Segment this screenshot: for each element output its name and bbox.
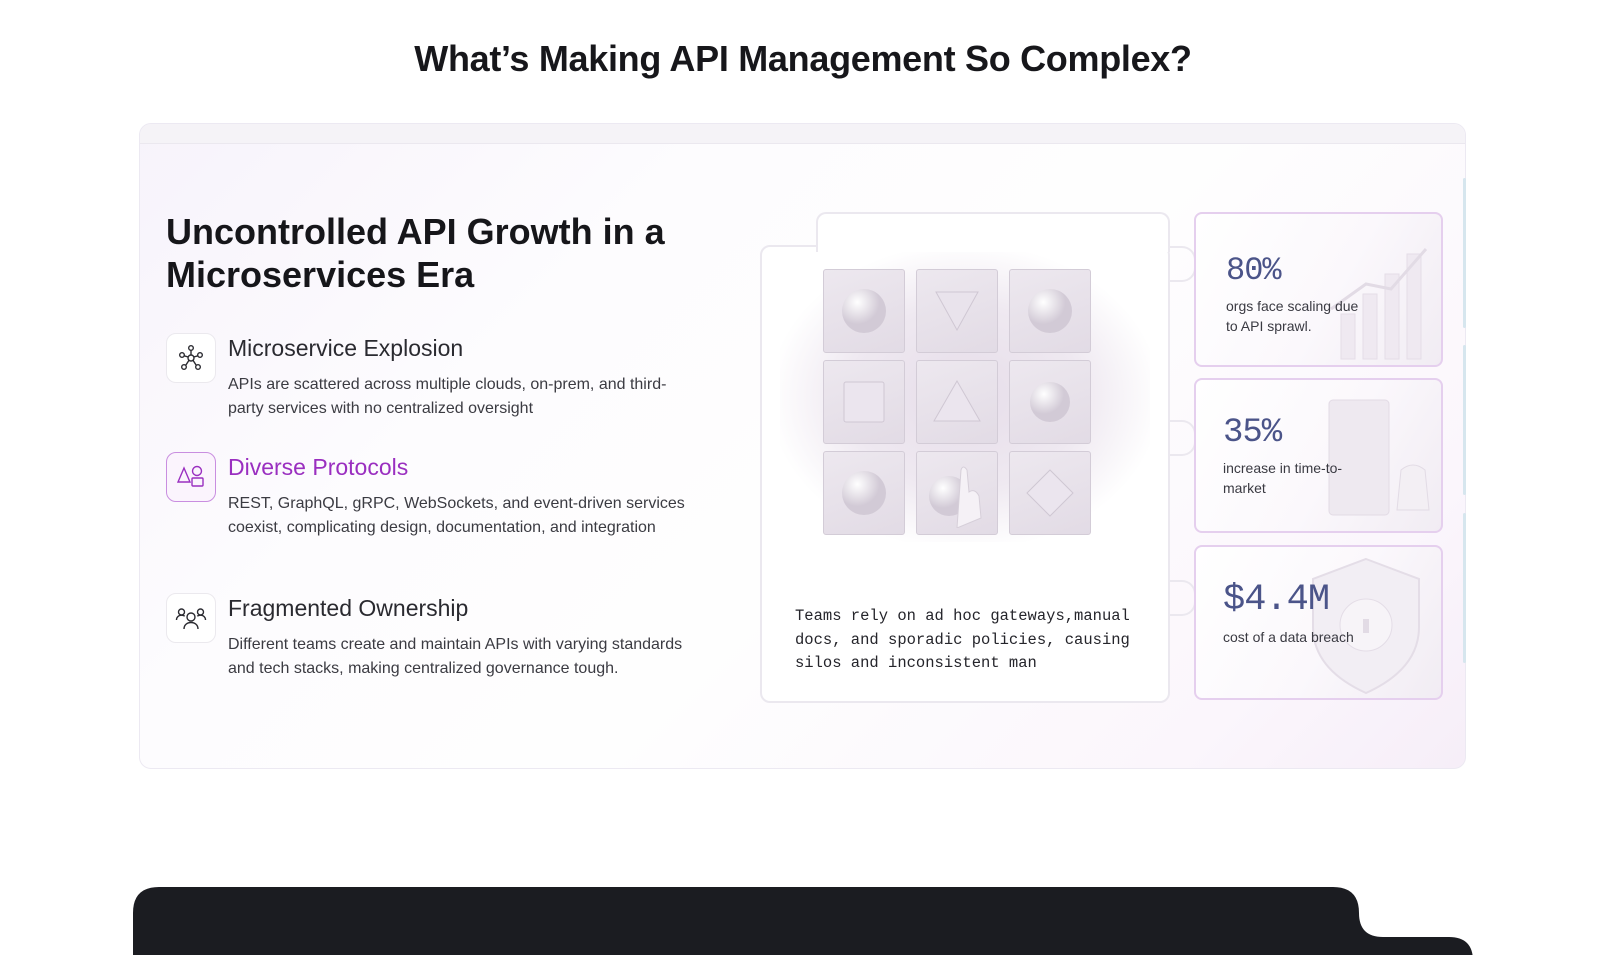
feature-title: Microservice Explosion — [228, 335, 464, 361]
connector-line — [1170, 246, 1196, 282]
stat-label: cost of a data breach — [1223, 629, 1354, 645]
network-nodes-icon — [166, 333, 216, 383]
circle-shape-icon — [1009, 360, 1091, 444]
bar-chart-icon — [1330, 248, 1428, 360]
feature-description: APIs are scattered across multiple cloud… — [228, 376, 667, 417]
section-heading: Uncontrolled API Growth in a Microservic… — [166, 211, 665, 295]
triangle-down-shape-icon — [916, 269, 998, 353]
visual-caption: Teams rely on ad hoc gateways,manual doc… — [795, 607, 1130, 672]
stat-value: 35% — [1223, 414, 1282, 452]
circle-shape-icon — [823, 269, 905, 353]
feature-title: Diverse Protocols — [228, 454, 409, 480]
stat-label: increase in time-to-market — [1223, 460, 1343, 496]
connector-line — [1170, 420, 1196, 456]
side-accent-line — [1463, 345, 1466, 495]
dark-banner-section — [133, 887, 1473, 955]
stat-label: orgs face scaling due to API sprawl. — [1226, 298, 1359, 334]
stat-card-time-to-market: 35% increase in time-to-market — [1194, 378, 1443, 533]
shield-lock-icon — [1312, 557, 1420, 695]
square-shape-icon — [823, 360, 905, 444]
complexity-card: Uncontrolled API Growth in a Microservic… — [139, 123, 1466, 769]
feature-description: REST, GraphQL, gRPC, WebSockets, and eve… — [228, 495, 685, 536]
stat-card-data-breach: $4.4M cost of a data breach — [1194, 545, 1443, 700]
connector-line — [1170, 580, 1196, 616]
feature-description: Different teams create and maintain APIs… — [228, 636, 683, 677]
circle-shape-icon — [823, 451, 905, 535]
visual-panel-tab — [816, 212, 1170, 252]
feature-title: Fragmented Ownership — [228, 595, 469, 621]
shapes-icon — [166, 452, 216, 502]
card-top-bar — [140, 124, 1465, 144]
diamond-shape-icon — [1009, 451, 1091, 535]
side-accent-line — [1463, 513, 1466, 663]
stat-value: 80% — [1226, 252, 1282, 289]
team-icon — [166, 593, 216, 643]
triangle-shape-icon — [916, 360, 998, 444]
hourglass-icon — [1328, 399, 1430, 516]
stat-card-scaling: 80% orgs face scaling due to API sprawl. — [1194, 212, 1443, 367]
hand-touch-icon — [916, 451, 998, 535]
page-title: What’s Making API Management So Complex? — [414, 38, 1192, 79]
side-accent-line — [1463, 178, 1466, 328]
shapes-grid-visual: Teams rely on ad hoc gateways,manual doc… — [760, 212, 1170, 703]
stat-value: $4.4M — [1223, 579, 1330, 621]
shapes-grid — [823, 269, 1093, 539]
circle-shape-icon — [1009, 269, 1091, 353]
